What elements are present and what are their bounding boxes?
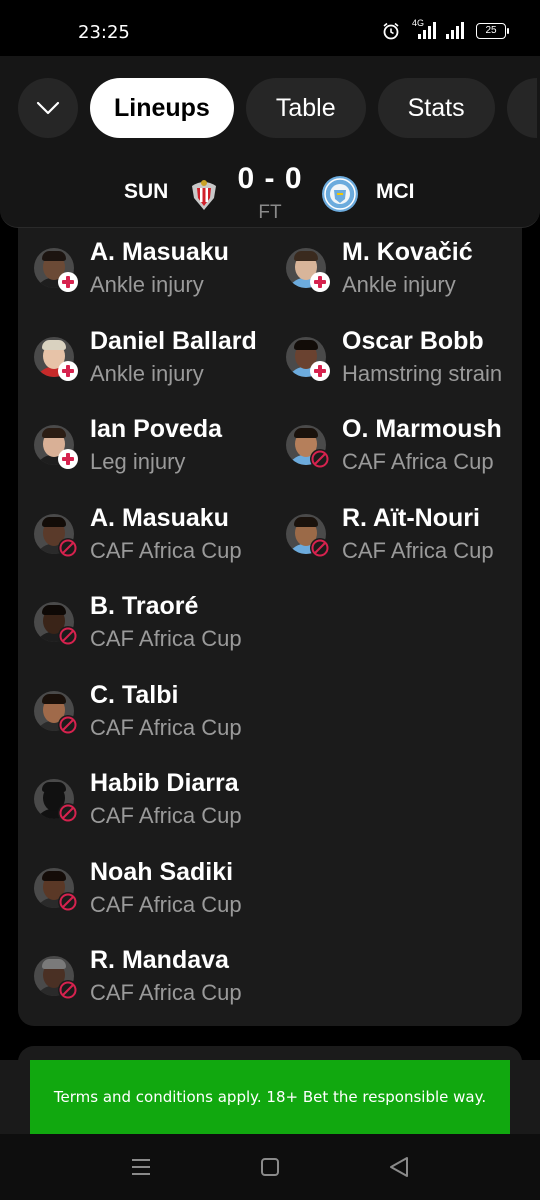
battery-icon: 25 [476,23,509,39]
tab-bar: Lineups Table Stats [18,78,540,138]
unavailable-icon [310,449,330,469]
absence-reason: CAF Africa Cup [342,537,494,563]
player-row[interactable]: Ian Poveda Leg injury [18,415,268,495]
player-name: C. Talbi [90,680,179,709]
unavailable-icon [58,626,78,646]
injury-cross-icon [58,360,78,381]
match-status: FT [258,202,282,223]
unavailable-icon [310,537,330,558]
status-icons: 4G 25 [382,18,509,40]
tab-more[interactable] [506,78,537,138]
unavailable-icon [58,714,78,735]
score-row: SUN 0 - 0 FT MCI [0,160,540,223]
unavailable-icon [58,803,78,823]
signal-icon [446,22,464,39]
player-name: R. Mandava [90,946,229,974]
back-icon[interactable] [388,1155,410,1179]
injury-cross-icon [310,360,330,381]
alarm-icon [383,22,399,40]
absence-reason: CAF Africa Cup [90,980,242,1005]
player-name: R. Aït-Nouri [342,503,480,532]
match-header: Lineups Table Stats SUN 0 - 0 FT MCI [0,56,540,228]
injury-cross-icon [58,449,78,469]
player-name: Oscar Bobb [342,326,484,355]
player-name: Noah Sadiki [90,857,234,886]
player-row[interactable]: Daniel Ballard Ankle injury [18,327,268,407]
player-row[interactable]: A. Masuaku CAF Africa Cup [18,504,268,584]
player-row[interactable]: C. Talbi CAF Africa Cup [18,681,268,761]
unavailable-icon [58,537,78,558]
status-bar: 23:25 4G 25 [0,0,540,64]
absence-reason: CAF Africa Cup [90,537,242,563]
absence-reason: Hamstring strain [342,360,503,386]
player-row[interactable]: A. Masuaku Ankle injury [18,238,268,318]
tab-lineups[interactable]: Lineups [90,78,234,138]
ad-banner[interactable]: Terms and conditions apply. 18+ Bet the … [30,1060,510,1134]
player-row[interactable]: R. Mandava CAF Africa Cup [18,946,268,1026]
score: 0 - 0 [237,162,303,195]
player-row[interactable]: M. Kovačić Ankle injury [270,238,520,318]
absence-reason: CAF Africa Cup [90,891,242,917]
collapse-button[interactable] [18,78,78,138]
absence-reason: CAF Africa Cup [90,803,242,828]
battery-level: 25 [485,25,497,36]
player-name: Habib Diarra [90,769,239,797]
player-name: M. Kovačić [342,238,473,266]
absence-reason: CAF Africa Cup [90,714,242,740]
recent-apps-icon[interactable] [130,1156,152,1178]
network-type: 4G [412,18,425,28]
player-row[interactable]: O. Marmoush CAF Africa Cup [270,415,520,495]
player-row[interactable]: R. Aït-Nouri CAF Africa Cup [270,504,520,584]
cellular-signal-icon: 4G [410,18,436,40]
man-city-crest-icon[interactable] [321,175,359,213]
unavailable-icon [58,980,78,1000]
player-name: O. Marmoush [342,415,502,443]
status-time: 23:25 [78,22,130,43]
injury-cross-icon [310,272,330,292]
tab-stats[interactable]: Stats [377,78,495,138]
player-row[interactable]: Oscar Bobb Hamstring strain [270,327,520,407]
player-name: Ian Poveda [90,415,222,443]
ad-container: Terms and conditions apply. 18+ Bet the … [0,1060,540,1134]
injury-cross-icon [58,272,78,292]
player-name: Daniel Ballard [90,326,257,355]
tab-table[interactable]: Table [245,78,366,138]
system-nav-bar [0,1134,540,1200]
player-name: A. Masuaku [90,238,229,266]
absence-reason: Ankle injury [342,272,456,297]
chevron-down-icon [36,101,60,115]
absence-reason: Ankle injury [90,272,204,297]
player-row[interactable]: B. Traoré CAF Africa Cup [18,592,268,672]
away-team[interactable]: MCI [376,180,415,204]
home-icon[interactable] [259,1156,281,1178]
absence-reason: Ankle injury [90,360,204,386]
unavailable-icon [58,891,78,912]
absences-card: A. Masuaku Ankle injury Daniel Ballard Ankl… [18,228,522,1026]
player-name: B. Traoré [90,592,199,620]
absence-reason: CAF Africa Cup [342,449,494,474]
absence-reason: Leg injury [90,449,186,474]
player-row[interactable]: Habib Diarra CAF Africa Cup [18,769,268,849]
player-name: A. Masuaku [90,503,229,532]
player-row[interactable]: Noah Sadiki CAF Africa Cup [18,858,268,938]
absence-reason: CAF Africa Cup [90,626,242,651]
